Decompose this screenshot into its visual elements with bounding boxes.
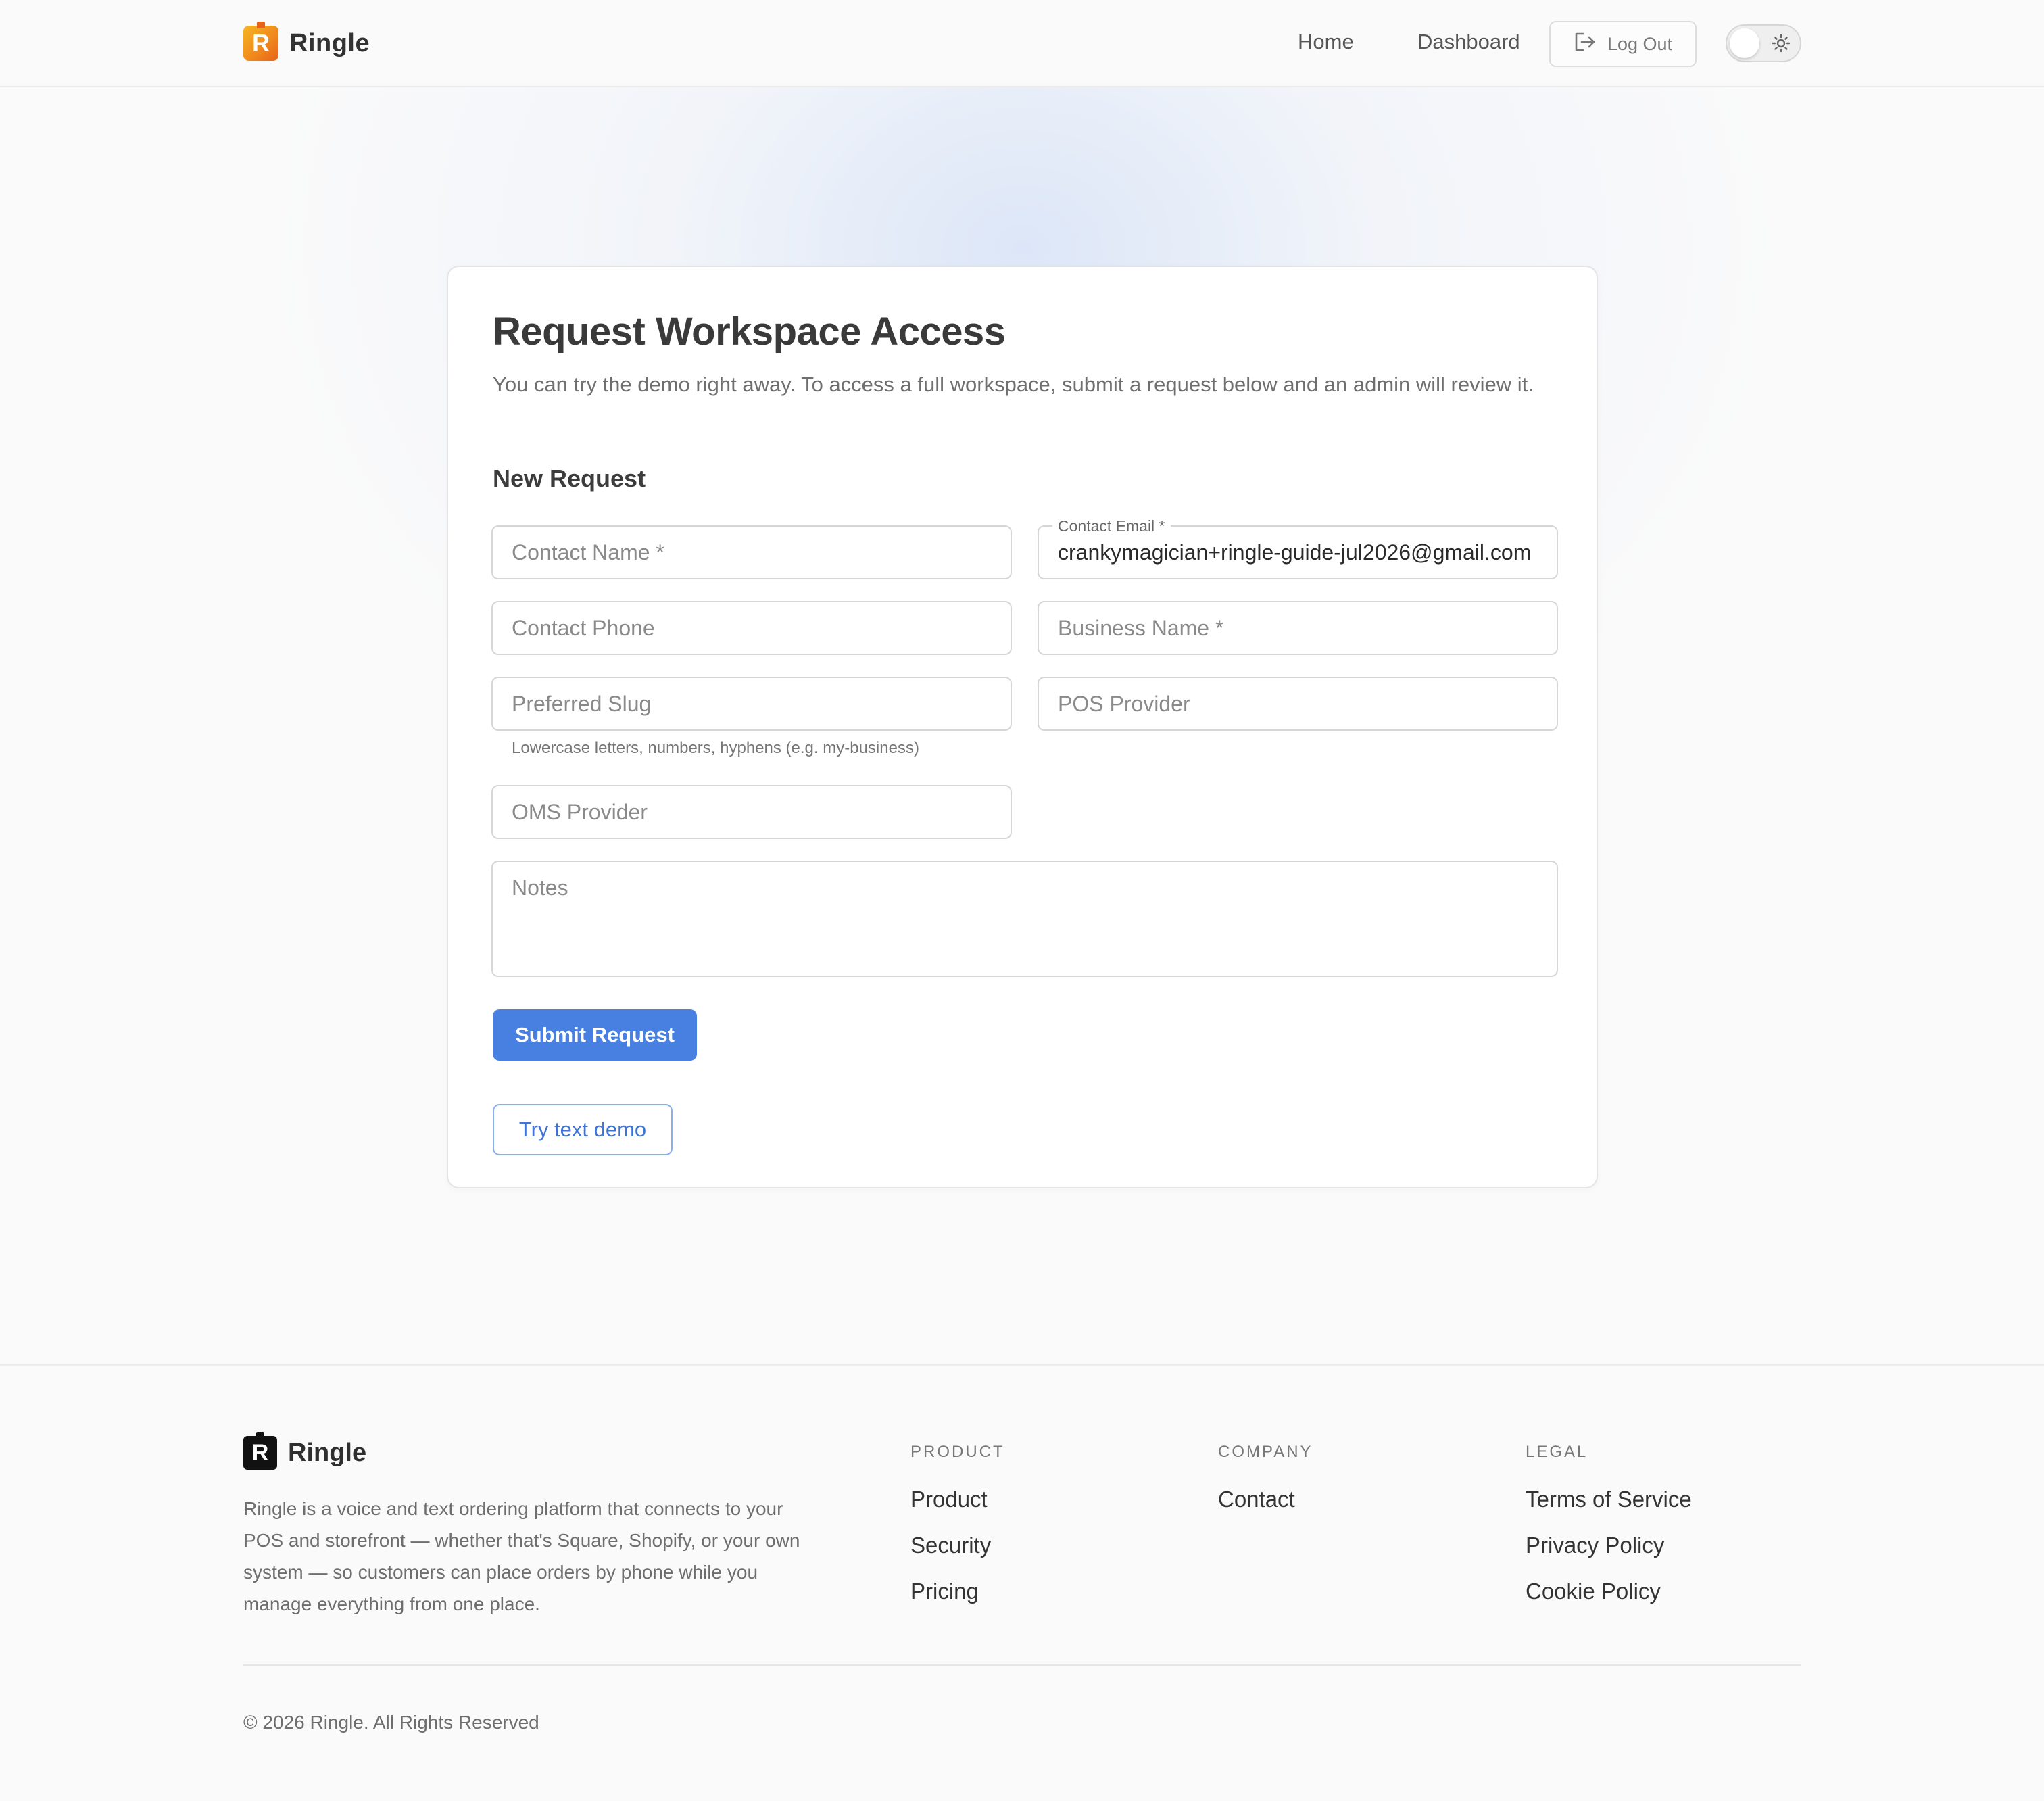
try-text-demo-button[interactable]: Try text demo [493,1104,673,1155]
footer-heading: COMPANY [1218,1443,1313,1461]
contact-phone-field[interactable] [491,601,1012,655]
footer-brand-name: Ringle [288,1438,367,1467]
business-name-input[interactable] [1039,602,1557,654]
footer-column-product: PRODUCT Product Security Pricing [910,1443,1005,1624]
footer-link-terms[interactable]: Terms of Service [1526,1486,1692,1532]
slug-helper-text: Lowercase letters, numbers, hyphens (e.g… [512,739,919,757]
request-card: Request Workspace Access You can try the… [447,266,1598,1188]
footer-link-security[interactable]: Security [910,1532,1005,1578]
copyright-text: © 2026 Ringle. All Rights Reserved [243,1712,539,1733]
contact-name-input[interactable] [493,527,1011,578]
notes-textarea[interactable] [493,862,1557,976]
theme-toggle[interactable] [1726,24,1801,62]
ringle-logo-icon: R [243,22,278,61]
top-nav: R Ringle Home Dashboard Log Out [0,0,2044,87]
contact-email-input[interactable] [1039,527,1557,578]
business-name-field[interactable] [1038,601,1558,655]
logout-icon [1574,32,1597,57]
toggle-knob [1730,28,1759,58]
sun-icon [1772,34,1791,56]
contact-name-field[interactable] [491,525,1012,579]
page: R Ringle Home Dashboard Log Out Request … [0,0,2044,1801]
oms-provider-field[interactable] [491,785,1012,839]
oms-provider-input[interactable] [493,786,1011,838]
footer-link-pricing[interactable]: Pricing [910,1578,1005,1624]
footer-divider [243,1664,1801,1666]
footer: R Ringle Ringle is a voice and text orde… [0,1364,2044,1801]
page-subtitle: You can try the demo right away. To acce… [493,373,1534,396]
pos-provider-field[interactable] [1038,677,1558,731]
footer-description: Ringle is a voice and text ordering plat… [243,1498,800,1614]
ringle-logo-icon: R [243,1432,277,1470]
preferred-slug-field[interactable] [491,677,1012,731]
footer-link-privacy[interactable]: Privacy Policy [1526,1532,1692,1578]
contact-email-field[interactable]: Contact Email * [1038,517,1558,579]
footer-link-contact[interactable]: Contact [1218,1486,1313,1532]
logout-button[interactable]: Log Out [1549,21,1697,67]
preferred-slug-input[interactable] [493,678,1011,729]
contact-phone-input[interactable] [493,602,1011,654]
footer-link-cookie[interactable]: Cookie Policy [1526,1578,1692,1624]
footer-column-company: COMPANY Contact [1218,1443,1313,1532]
brand-name: Ringle [289,28,370,57]
section-title: New Request [493,464,646,492]
brand-logo[interactable]: R Ringle [243,22,370,61]
footer-link-product[interactable]: Product [910,1486,1005,1532]
footer-column-legal: LEGAL Terms of Service Privacy Policy Co… [1526,1443,1692,1624]
footer-heading: LEGAL [1526,1443,1588,1461]
notes-field[interactable] [491,861,1558,977]
logout-label: Log Out [1607,33,1673,54]
footer-brand-logo[interactable]: R Ringle [243,1432,367,1470]
pos-provider-input[interactable] [1039,678,1557,729]
page-title: Request Workspace Access [493,310,1006,354]
footer-heading: PRODUCT [910,1443,1005,1461]
submit-request-button[interactable]: Submit Request [493,1009,697,1061]
nav-dashboard[interactable]: Dashboard [1417,30,1520,54]
nav-home[interactable]: Home [1298,30,1354,54]
